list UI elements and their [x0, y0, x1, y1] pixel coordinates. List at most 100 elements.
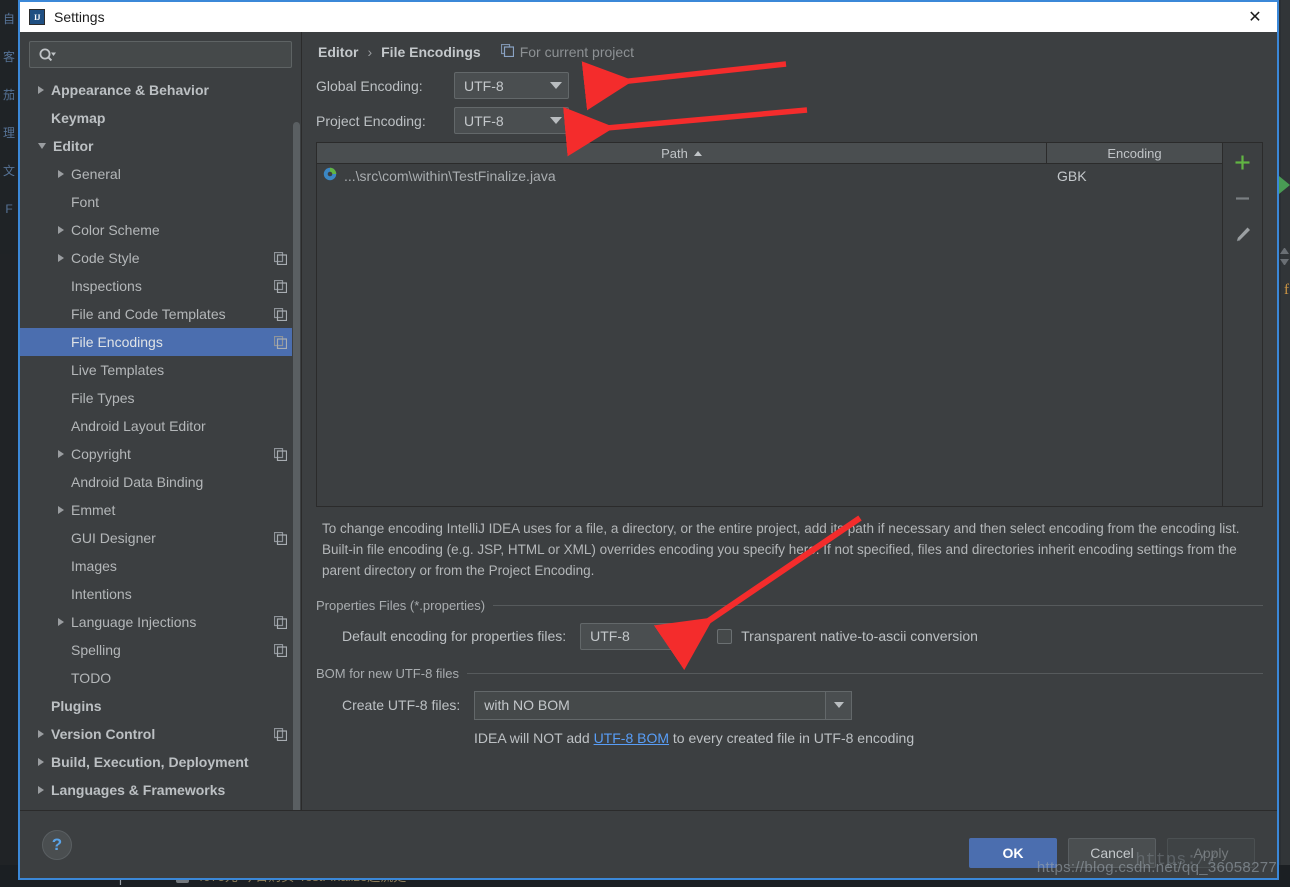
create-utf8-files-label: Create UTF-8 files:	[342, 697, 461, 714]
table-cell-encoding[interactable]: GBK	[1047, 168, 1222, 184]
search-input[interactable]	[56, 46, 291, 63]
sidebar-item-live-templates[interactable]: Live Templates	[20, 356, 301, 384]
edit-button[interactable]	[1229, 221, 1257, 247]
chevron-down-icon[interactable]	[825, 691, 852, 719]
sidebar-item-code-style[interactable]: Code Style	[20, 244, 301, 272]
chevron-right-icon[interactable]	[58, 226, 64, 234]
scope-indicator[interactable]: For current project	[500, 43, 634, 60]
sidebar-item-label: Color Scheme	[71, 222, 160, 238]
project-encoding-label: Project Encoding:	[316, 112, 426, 129]
sidebar-item-spelling[interactable]: Spelling	[20, 636, 301, 664]
create-utf8-files-select[interactable]: with NO BOM	[474, 690, 853, 720]
project-encoding-select[interactable]: UTF-8	[454, 107, 569, 134]
sidebar-item-copyright[interactable]: Copyright	[20, 440, 301, 468]
watermark: https://blog.csdn.net/qq_36058277	[1036, 859, 1277, 876]
chevron-right-icon[interactable]	[58, 506, 64, 514]
global-encoding-select[interactable]: UTF-8	[454, 72, 569, 99]
sidebar-item-label: Live Templates	[71, 362, 165, 378]
bom-group: BOM for new UTF-8 files Create UTF-8 fil…	[316, 666, 1263, 746]
column-header-encoding[interactable]: Encoding	[1047, 143, 1222, 163]
table-cell-path-text: ...\src\com\within\TestFinalize.java	[344, 168, 556, 184]
breadcrumb-separator: ›	[367, 44, 373, 60]
checkbox-box	[717, 628, 733, 644]
sidebar-item-label: TODO	[71, 670, 112, 686]
sidebar-item-label: Font	[71, 194, 100, 210]
settings-tree[interactable]: Appearance & Behavior Keymap Editor General…	[20, 74, 301, 810]
sidebar-item-version-control[interactable]: Version Control	[20, 720, 301, 748]
chevron-right-icon[interactable]	[38, 758, 44, 766]
sidebar-scrollbar-thumb[interactable]	[293, 122, 300, 810]
breadcrumb: Editor › File Encodings For current proj…	[316, 32, 1263, 72]
remove-button[interactable]	[1229, 185, 1257, 211]
table-cell-path: ...\src\com\within\TestFinalize.java	[317, 166, 1047, 186]
sidebar-item-font[interactable]: Font	[20, 188, 301, 216]
sidebar-item-color-scheme[interactable]: Color Scheme	[20, 216, 301, 244]
chevron-right-icon[interactable]	[58, 254, 64, 262]
chevron-right-icon[interactable]	[58, 618, 64, 626]
chevron-down-icon	[550, 117, 562, 124]
utf8-bom-link[interactable]: UTF-8 BOM	[594, 730, 669, 746]
sidebar-item-android-layout-editor[interactable]: Android Layout Editor	[20, 412, 301, 440]
help-button[interactable]: ?	[42, 829, 72, 860]
transparent-native-to-ascii-checkbox[interactable]: Transparent native-to-ascii conversion	[717, 628, 978, 644]
sidebar-item-file-types[interactable]: File Types	[20, 384, 301, 412]
sidebar-item-images[interactable]: Images	[20, 552, 301, 580]
sidebar-item-gui-designer[interactable]: GUI Designer	[20, 524, 301, 552]
chevron-right-icon[interactable]	[38, 786, 44, 794]
properties-files-group-body: Default encoding for properties files: U…	[316, 622, 1263, 650]
sidebar-item-label: Plugins	[51, 698, 102, 714]
sidebar-item-label: Android Layout Editor	[71, 418, 206, 434]
breadcrumb-parent[interactable]: Editor	[318, 44, 358, 60]
properties-files-group: Properties Files (*.properties) Default …	[316, 598, 1263, 650]
sidebar-item-keymap[interactable]: Keymap	[20, 104, 301, 132]
sidebar-item-languages-frameworks[interactable]: Languages & Frameworks	[20, 776, 301, 804]
group-divider	[493, 604, 1263, 606]
sidebar-item-label: Build, Execution, Deployment	[51, 754, 249, 770]
default-properties-encoding-value: UTF-8	[590, 628, 630, 645]
close-icon[interactable]: ✕	[1233, 2, 1277, 32]
sidebar-item-intentions[interactable]: Intentions	[20, 580, 301, 608]
search-icon	[38, 47, 56, 63]
dialog-body: Appearance & Behavior Keymap Editor General…	[20, 32, 1277, 810]
column-header-path[interactable]: Path	[317, 143, 1047, 163]
bom-group-title: BOM for new UTF-8 files	[316, 665, 460, 681]
sidebar-item-file-and-code-templates[interactable]: File and Code Templates	[20, 300, 301, 328]
sidebar-item-label: Version Control	[51, 726, 156, 742]
sidebar-scrollbar-track[interactable]	[292, 76, 301, 810]
add-button[interactable]	[1229, 149, 1257, 175]
chevron-right-icon[interactable]	[58, 450, 64, 458]
background-left-strip: 自 客 茄 理 文 F	[0, 0, 18, 887]
sidebar-item-label: Languages & Frameworks	[51, 782, 226, 798]
copy-icon	[273, 279, 288, 293]
sidebar-item-language-injections[interactable]: Language Injections	[20, 608, 301, 636]
sort-ascending-icon	[693, 150, 702, 156]
sidebar-item-inspections[interactable]: Inspections	[20, 272, 301, 300]
sidebar-item-label: Intentions	[71, 586, 132, 602]
sidebar-item-todo[interactable]: TODO	[20, 664, 301, 692]
default-properties-encoding-select[interactable]: UTF-8	[580, 622, 696, 650]
sidebar-item-label: Appearance & Behavior	[51, 82, 209, 98]
sidebar-item-android-data-binding[interactable]: Android Data Binding	[20, 468, 301, 496]
global-encoding-value: UTF-8	[464, 77, 504, 94]
sidebar-item-general[interactable]: General	[20, 160, 301, 188]
copy-icon	[273, 251, 288, 265]
search-box[interactable]	[29, 41, 292, 68]
chevron-right-icon[interactable]	[58, 170, 64, 178]
sidebar-item-label: Code Style	[71, 250, 140, 266]
bom-note-after: to every created file in UTF-8 encoding	[669, 729, 915, 746]
table-toolbar	[1222, 143, 1262, 506]
global-encoding-row: Global Encoding: UTF-8	[316, 72, 1263, 99]
chevron-right-icon[interactable]	[38, 86, 44, 94]
properties-files-group-header: Properties Files (*.properties)	[316, 598, 1263, 613]
table-row[interactable]: ...\src\com\within\TestFinalize.java GBK	[317, 164, 1222, 188]
chevron-down-icon[interactable]	[38, 143, 46, 149]
sidebar-item-build-execution-deployment[interactable]: Build, Execution, Deployment	[20, 748, 301, 776]
sidebar-item-file-encodings[interactable]: File Encodings	[20, 328, 301, 356]
sidebar-item-editor[interactable]: Editor	[20, 132, 301, 160]
sidebar-item-appearance-behavior[interactable]: Appearance & Behavior	[20, 76, 301, 104]
sidebar-item-plugins[interactable]: Plugins	[20, 692, 301, 720]
chevron-right-icon[interactable]	[38, 730, 44, 738]
dialog-footer: ? OK Cancel Apply https:// https://blog.…	[20, 810, 1277, 878]
background-right-inner	[1281, 0, 1290, 887]
sidebar-item-emmet[interactable]: Emmet	[20, 496, 301, 524]
